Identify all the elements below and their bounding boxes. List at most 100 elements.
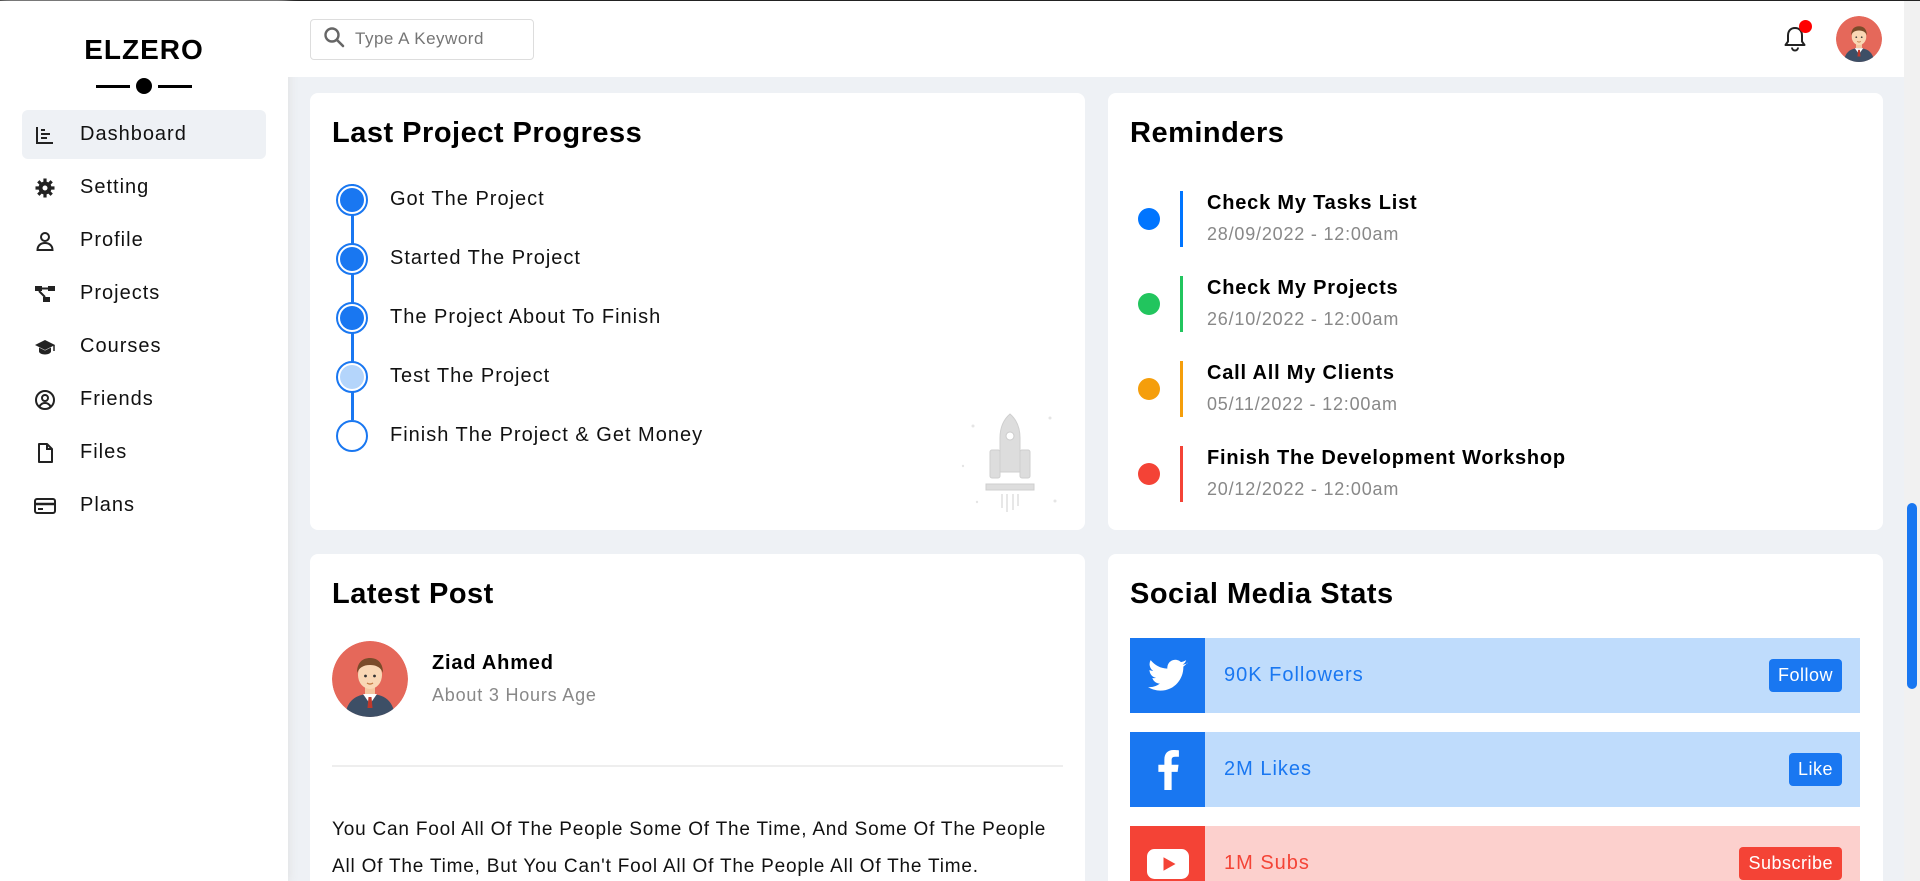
progress-card: Last Project Progress Got The Project St… [310, 93, 1085, 530]
reminder-date: 26/10/2022 - 12:00am [1207, 309, 1400, 329]
step-label: Got The Project [390, 188, 545, 210]
sidebar-item-label: Courses [80, 335, 162, 357]
circle-user-icon [34, 389, 56, 411]
social-stat-text: 90K Followers [1224, 664, 1364, 686]
reminder-title: Call All My Clients [1207, 362, 1395, 384]
step-indicator [336, 360, 368, 393]
bell-icon[interactable] [1780, 20, 1812, 54]
card-title: Social Media Stats [1130, 578, 1394, 610]
card-title: Latest Post [332, 578, 494, 610]
social-stat-text: 1M Subs [1224, 852, 1310, 874]
reminder-body: Call All My Clients 05/11/2022 - 12:00am [1180, 360, 1398, 417]
gear-icon [34, 177, 56, 199]
step-indicator [336, 242, 368, 275]
step-label: The Project About To Finish [390, 306, 662, 328]
post-time: About 3 Hours Age [432, 685, 597, 705]
follow-button[interactable]: Follow [1768, 659, 1842, 692]
avatar[interactable] [332, 641, 408, 717]
rocket-icon [955, 406, 1065, 516]
reminder-title: Finish The Development Workshop [1207, 447, 1566, 469]
card-title: Reminders [1130, 117, 1285, 149]
subscribe-button[interactable]: Subscribe [1739, 847, 1842, 880]
sidebar-item-plans[interactable]: Plans [22, 481, 266, 530]
reminder-date: 20/12/2022 - 12:00am [1207, 479, 1400, 499]
step-indicator [336, 183, 368, 216]
reminder-dot [1138, 292, 1160, 315]
reminder-dot [1138, 207, 1160, 230]
sidebar-item-dashboard[interactable]: Dashboard [22, 110, 266, 159]
user-icon [34, 230, 56, 252]
facebook-icon [1130, 732, 1205, 807]
avatar[interactable] [1836, 16, 1882, 62]
reminder-item[interactable]: Check My Tasks List 28/09/2022 - 12:00am [1130, 176, 1861, 261]
page-scrollbar[interactable] [1904, 1, 1920, 881]
social-row-twitter: 90K Followers Follow [1130, 638, 1860, 713]
top-header [288, 1, 1904, 77]
sidebar: ELZERO Dashboard Setting Profile Project… [0, 1, 288, 881]
post-content: You Can Fool All Of The People Some Of T… [332, 819, 1047, 877]
reminder-item[interactable]: Call All My Clients 05/11/2022 - 12:00am [1130, 346, 1861, 431]
step-label: Started The Project [390, 247, 581, 269]
progress-step: Finish The Project & Get Money [332, 406, 1063, 465]
sidebar-item-courses[interactable]: Courses [22, 322, 266, 371]
sidebar-item-label: Projects [80, 282, 161, 304]
reminder-item[interactable]: Finish The Development Workshop 20/12/20… [1130, 431, 1861, 516]
sidebar-item-friends[interactable]: Friends [22, 375, 266, 424]
sidebar-item-files[interactable]: Files [22, 428, 266, 477]
card-title: Last Project Progress [332, 117, 643, 149]
step-label: Finish The Project & Get Money [390, 424, 704, 446]
logo: ELZERO [84, 34, 204, 65]
like-button[interactable]: Like [1788, 753, 1842, 786]
social-row-youtube: 1M Subs Subscribe [1130, 826, 1860, 881]
logo-decoration [96, 78, 192, 94]
sidebar-item-label: Friends [80, 388, 154, 410]
progress-list: Got The Project Started The Project The … [332, 170, 1063, 465]
post-author: Ziad Ahmed [432, 652, 554, 674]
reminder-body: Check My Tasks List 28/09/2022 - 12:00am [1180, 190, 1418, 247]
graduation-cap-icon [34, 336, 56, 358]
sidebar-item-label: Setting [80, 176, 150, 198]
sidebar-item-projects[interactable]: Projects [22, 269, 266, 318]
sidebar-item-label: Profile [80, 229, 144, 251]
scrollbar-thumb[interactable] [1907, 503, 1917, 689]
latest-post-card: Latest Post Ziad Ahmed About 3 Hours Age… [310, 554, 1085, 881]
reminder-title: Check My Projects [1207, 277, 1399, 299]
reminders-card: Reminders Check My Tasks List 28/09/2022… [1108, 93, 1883, 530]
sidebar-item-profile[interactable]: Profile [22, 216, 266, 265]
header-actions [1780, 16, 1882, 62]
reminder-dot [1138, 377, 1160, 400]
reminders-list: Check My Tasks List 28/09/2022 - 12:00am… [1130, 176, 1861, 516]
social-stat-text: 2M Likes [1224, 758, 1313, 780]
reminder-date: 28/09/2022 - 12:00am [1207, 224, 1400, 244]
file-icon [34, 442, 56, 464]
search-icon [323, 26, 345, 53]
reminder-body: Check My Projects 26/10/2022 - 12:00am [1180, 275, 1400, 332]
search-box[interactable] [310, 18, 534, 60]
social-row-facebook: 2M Likes Like [1130, 732, 1860, 807]
progress-step: Test The Project [332, 347, 1063, 406]
sidebar-item-label: Dashboard [80, 123, 187, 145]
social-stats-card: Social Media Stats 90K Followers Follow … [1108, 554, 1883, 881]
reminder-body: Finish The Development Workshop 20/12/20… [1180, 445, 1566, 502]
sidebar-item-setting[interactable]: Setting [22, 163, 266, 212]
search-input[interactable] [355, 29, 525, 49]
post-meta: Ziad Ahmed About 3 Hours Age [432, 652, 597, 706]
diagram-icon [34, 283, 56, 305]
reminder-item[interactable]: Check My Projects 26/10/2022 - 12:00am [1130, 261, 1861, 346]
credit-card-icon [34, 495, 56, 517]
notification-badge [1799, 20, 1812, 33]
progress-step: Got The Project [332, 170, 1063, 229]
step-indicator [336, 419, 368, 452]
progress-step: The Project About To Finish [332, 288, 1063, 347]
chart-icon [34, 124, 56, 146]
sidebar-item-label: Files [80, 441, 128, 463]
post-header: Ziad Ahmed About 3 Hours Age [332, 641, 1063, 767]
sidebar-nav: Dashboard Setting Profile Projects Cours… [22, 110, 266, 530]
youtube-icon [1130, 826, 1205, 881]
reminder-date: 05/11/2022 - 12:00am [1207, 394, 1398, 414]
reminder-title: Check My Tasks List [1207, 192, 1418, 214]
twitter-icon [1130, 638, 1205, 713]
progress-step: Started The Project [332, 229, 1063, 288]
reminder-dot [1138, 462, 1160, 485]
step-indicator [336, 301, 368, 334]
